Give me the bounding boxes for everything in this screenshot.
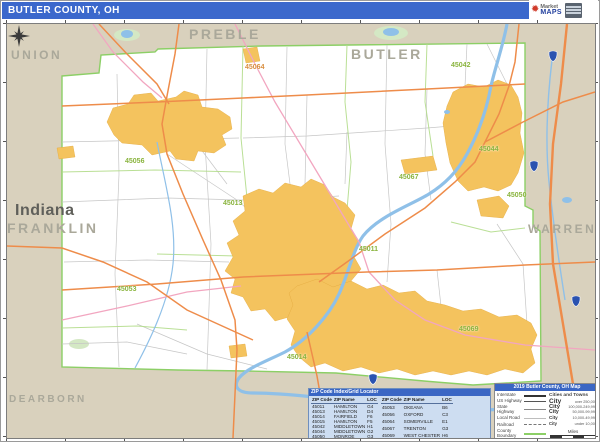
zip-table-row: 45069WEST CHESTERH6 xyxy=(381,432,453,439)
zip-table-row: 45064SOMERVILLEE1 xyxy=(381,418,453,425)
zip-index-table: ZIP Code Index/Grid Locator ZIP CodeZIP … xyxy=(308,388,491,439)
zip-table-column-header: LOC xyxy=(366,397,378,403)
legend-item-label: Local Road xyxy=(497,416,524,421)
page: BUTLER COUNTY, OH ✹ Market MAPS xyxy=(0,0,600,442)
map-legend: 2019 Butler County, OH Map InterstateUS … xyxy=(494,383,596,439)
zip-table-cell: B6 xyxy=(441,403,453,411)
legend-symbol-list: InterstateUS HighwayState Highway Local R… xyxy=(497,393,546,439)
legend-item-label: County Boundary xyxy=(497,429,524,438)
legend-swatch-line-thick xyxy=(524,393,546,397)
zip-table-row: 45011HAMILTONG4 xyxy=(311,403,378,409)
legend-item-label: Railroad xyxy=(497,423,524,428)
zip-table-cell: MONROE xyxy=(333,434,366,439)
zip-table-right: ZIP CodeZIP NameLOC 45053OKEANAB645056OX… xyxy=(381,397,453,439)
legend-city-class-row: City under 10,000 xyxy=(549,421,596,427)
zip-table-row: 45056OXFORDC3 xyxy=(381,411,453,418)
legend-item-local-road: Local Road xyxy=(497,416,546,421)
zip-table-cell: 45056 xyxy=(381,411,403,418)
zip-table-cell: OXFORD xyxy=(403,411,441,418)
city-class-range: 50,000-99,999 xyxy=(573,410,597,415)
zip-table-cell: E1 xyxy=(441,418,453,425)
compass-rose-icon xyxy=(7,24,31,48)
legend-swatch-line-hair xyxy=(524,416,546,420)
zip-table-cell: H6 xyxy=(441,432,453,439)
zip-table-cell: 45053 xyxy=(381,403,403,411)
legend-title: 2019 Butler County, OH Map xyxy=(495,384,596,391)
legend-item-label: State Highway xyxy=(497,405,524,414)
zip-table-row: 45013HAMILTOND4 xyxy=(311,409,378,414)
legend-item-state-highway: State Highway xyxy=(497,405,546,414)
logo-star-icon: ✹ xyxy=(531,5,539,15)
zip-table-cell: G3 xyxy=(441,425,453,432)
city-class-sample: City xyxy=(549,415,558,420)
legend-swatch-line-green xyxy=(524,432,546,436)
zip-table-cell: 45069 xyxy=(381,432,403,439)
legend-item-label: Interstate xyxy=(497,393,524,398)
logo-wordmark: Market MAPS xyxy=(540,5,561,15)
zip-table-left: ZIP CodeZIP NameLOC 45011HAMILTONG445013… xyxy=(311,397,378,439)
legend-item-us-highway: US Highway xyxy=(497,399,546,404)
zip-table-cell: G3 xyxy=(366,434,378,439)
map-canvas: UNIONPREBLEBUTLERIndianaFRANKLINWARRENDE… xyxy=(6,23,596,439)
legend-item-label: US Highway xyxy=(497,399,524,404)
legend-swatch-line-dash xyxy=(524,424,546,427)
legend-city-classes: Cityover 250,000City100,000-249,999City5… xyxy=(549,399,596,427)
zip-table-cell: 45064 xyxy=(381,418,403,425)
zip-table-cell: OKEANA xyxy=(403,403,441,411)
zip-table-cell: 45067 xyxy=(381,425,403,432)
logo-word-bottom: MAPS xyxy=(540,10,561,15)
zip-table-cell: C3 xyxy=(441,411,453,418)
brand-logo: ✹ Market MAPS xyxy=(529,0,598,20)
city-class-range: 10,000-49,999 xyxy=(573,416,597,421)
map-frame: UNIONPREBLEBUTLERIndianaFRANKLINWARRENDE… xyxy=(2,20,598,441)
zip-table-cell: 45050 xyxy=(311,434,333,439)
logo-badge xyxy=(565,3,582,18)
zip-table-cell: WEST CHESTER xyxy=(403,432,441,439)
zip-table-row: 45050MONROEG3 xyxy=(311,434,378,439)
legend-swatch-line-thin xyxy=(524,408,546,412)
city-class-range: under 10,000 xyxy=(575,422,596,427)
zip-table-row: 45053OKEANAB6 xyxy=(381,403,453,411)
zip-table-column-header: ZIP Code xyxy=(381,397,403,403)
scale-label: Miles xyxy=(549,429,596,434)
zip-table-header-row: ZIP CodeZIP NameLOC xyxy=(381,397,453,403)
map-graphic xyxy=(7,24,595,438)
zip-table-cell: TRENTON xyxy=(403,425,441,432)
zip-table-column-header: ZIP Code xyxy=(311,397,333,403)
zip-table-header-row: ZIP CodeZIP NameLOC xyxy=(311,397,378,403)
legend-swatch-line-med xyxy=(524,399,546,403)
city-class-sample: City xyxy=(549,421,557,426)
zip-table-title: ZIP Code Index/Grid Locator xyxy=(309,389,490,396)
legend-item-interstate: Interstate xyxy=(497,393,546,398)
legend-item-railroad: Railroad xyxy=(497,422,546,427)
map-title-bar: BUTLER COUNTY, OH xyxy=(2,2,529,19)
zip-table-cell: SOMERVILLE xyxy=(403,418,441,425)
legend-scale: Miles 01234 xyxy=(549,429,596,439)
scale-bar xyxy=(550,435,596,439)
zip-table-row: 45067TRENTONG3 xyxy=(381,425,453,432)
legend-item-county-boundary: County Boundary xyxy=(497,429,546,438)
zip-table-column-header: LOC xyxy=(441,397,453,403)
